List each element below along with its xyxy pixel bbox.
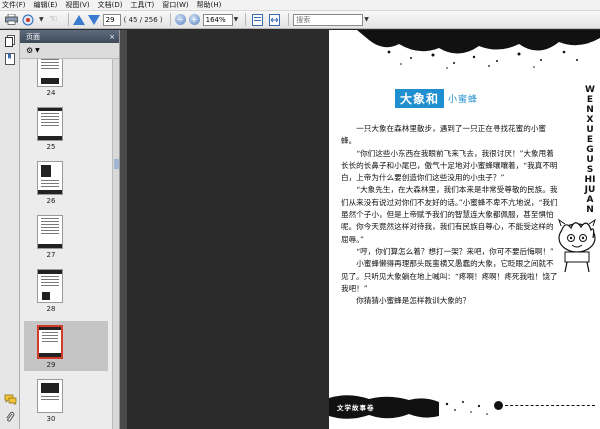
attachment-icon[interactable]	[3, 410, 17, 424]
scrollbar-thumb[interactable]	[114, 159, 119, 169]
cartoon-mascot-illustration	[558, 218, 596, 273]
comments-icon[interactable]	[3, 392, 17, 406]
pages-panel-header: 页面 ×	[20, 30, 119, 43]
page-thumbnail[interactable]	[37, 161, 63, 195]
menu-document[interactable]: 文档(D)	[98, 0, 123, 10]
navigation-strip	[0, 30, 20, 429]
thumbnail-label: 27	[46, 251, 56, 259]
search-dropdown-icon[interactable]: ▼	[364, 16, 369, 23]
menu-edit[interactable]: 编辑(E)	[34, 0, 58, 10]
search-input[interactable]	[293, 13, 364, 26]
story-title-sub: 小蜜蜂	[448, 95, 479, 105]
story-title: 大象和 小蜜蜂	[395, 89, 478, 108]
print-icon[interactable]	[4, 13, 18, 26]
close-icon[interactable]: ×	[109, 33, 115, 41]
page-thumbnail[interactable]	[37, 215, 63, 249]
menu-help[interactable]: 帮助(H)	[197, 0, 222, 10]
footer-dashed-line	[505, 405, 595, 406]
paragraph: “大象先生，在大森林里，我们本来是非常受尊敬的民族。我们从来没有说过对你们不友好…	[341, 185, 558, 244]
chevron-down-icon[interactable]: ▼	[39, 16, 44, 23]
thumbnail-label: 29	[46, 361, 56, 369]
pages-panel-toolbar: ⚙ ▼	[20, 43, 119, 59]
footer-dot	[494, 401, 503, 410]
thumbnail-list: 24 25 26 27 28 29 30	[20, 59, 112, 429]
page-thumbnail[interactable]	[37, 59, 63, 87]
pages-panel: 页面 × ⚙ ▼ 24 25 26 27 28 29 30	[20, 30, 120, 429]
zoom-in-icon[interactable]: +	[188, 14, 200, 25]
thumbnail-scrollbar[interactable]	[112, 59, 119, 429]
toolbar-separator	[169, 13, 171, 26]
previous-page-icon[interactable]	[72, 14, 85, 25]
thumbnail-label: 25	[46, 143, 56, 151]
toolbar-separator	[288, 13, 290, 26]
document-scrollbar[interactable]	[120, 30, 127, 429]
paragraph: 一只大象在森林里散步，遇到了一只正在寻找花蜜的小蜜蜂。	[341, 124, 547, 146]
tools-dropdown-icon[interactable]	[21, 13, 35, 26]
hand-tool-icon[interactable]: ☜	[47, 13, 61, 26]
toolbar-separator	[67, 13, 69, 26]
menu-file[interactable]: 文件(F)	[2, 0, 26, 10]
zoom-out-icon[interactable]: −	[174, 14, 186, 25]
menu-view[interactable]: 视图(V)	[65, 0, 89, 10]
series-footer-label: 文学故事卷	[337, 404, 375, 412]
page-header-decoration	[357, 30, 600, 69]
thumbnail-label: 30	[46, 415, 56, 423]
page-thumbnail[interactable]	[37, 269, 63, 303]
menu-tools[interactable]: 工具(T)	[131, 0, 155, 10]
fit-page-icon[interactable]	[250, 13, 264, 26]
zoom-dropdown-icon[interactable]: ▼	[234, 16, 239, 23]
next-page-icon[interactable]	[87, 14, 100, 25]
page-number-input[interactable]	[102, 13, 121, 26]
paragraph: 小蜜蜂懒得再理那头既蛮横又愚蠢的大象，它眨眼之间就不见了。只听见大象躺在地上喊叫…	[341, 259, 558, 293]
story-body: 一只大象在森林里散步，遇到了一只正在寻找花蜜的小蜜蜂。 “你们这些小东西在我眼前…	[341, 123, 559, 307]
menu-window[interactable]: 窗口(W)	[162, 0, 188, 10]
options-icon[interactable]: ⚙	[26, 46, 33, 55]
page-thumbnail[interactable]	[37, 107, 63, 141]
zoom-input[interactable]	[202, 13, 233, 26]
chevron-down-icon[interactable]: ▼	[35, 47, 40, 54]
menu-bar: 文件(F) 编辑(E) 视图(V) 文档(D) 工具(T) 窗口(W) 帮助(H…	[0, 0, 600, 11]
thumbnail-label: 24	[46, 89, 56, 97]
paragraph: 你猜猜小蜜蜂是怎样教训大象的？	[356, 296, 471, 306]
thumbnail-label: 28	[46, 305, 56, 313]
page-thumbnail-selected[interactable]	[37, 325, 63, 359]
story-title-main: 大象和	[395, 89, 445, 108]
thumbnail-label: 26	[46, 197, 56, 205]
toolbar: ▼ ☜ ( 45 / 256 ) − + ▼ ▼	[0, 11, 600, 29]
toolbar-separator	[245, 13, 247, 26]
page-thumbnail[interactable]	[37, 379, 63, 413]
pages-panel-title: 页面	[26, 32, 40, 41]
vertical-series-title: WENXUEGUSHIJUAN	[584, 85, 596, 215]
paragraph: “你们这些小东西在我眼前飞来飞去，我很讨厌！”大象甩着长长的长鼻子和小尾巴，傲气…	[341, 148, 558, 183]
bookmarks-icon[interactable]	[3, 52, 17, 66]
page-count: ( 45 / 256 )	[123, 15, 163, 24]
pages-icon[interactable]	[3, 34, 17, 48]
document-page[interactable]: 大象和 小蜜蜂 一只大象在森林里散步，遇到了一只正在寻找花蜜的小蜜蜂。 “你们这…	[329, 30, 600, 429]
paragraph: “哼，你们算怎么着？想打一架？来吧，你可不要后悔啊！”	[356, 246, 554, 256]
fit-width-icon[interactable]	[267, 13, 281, 26]
